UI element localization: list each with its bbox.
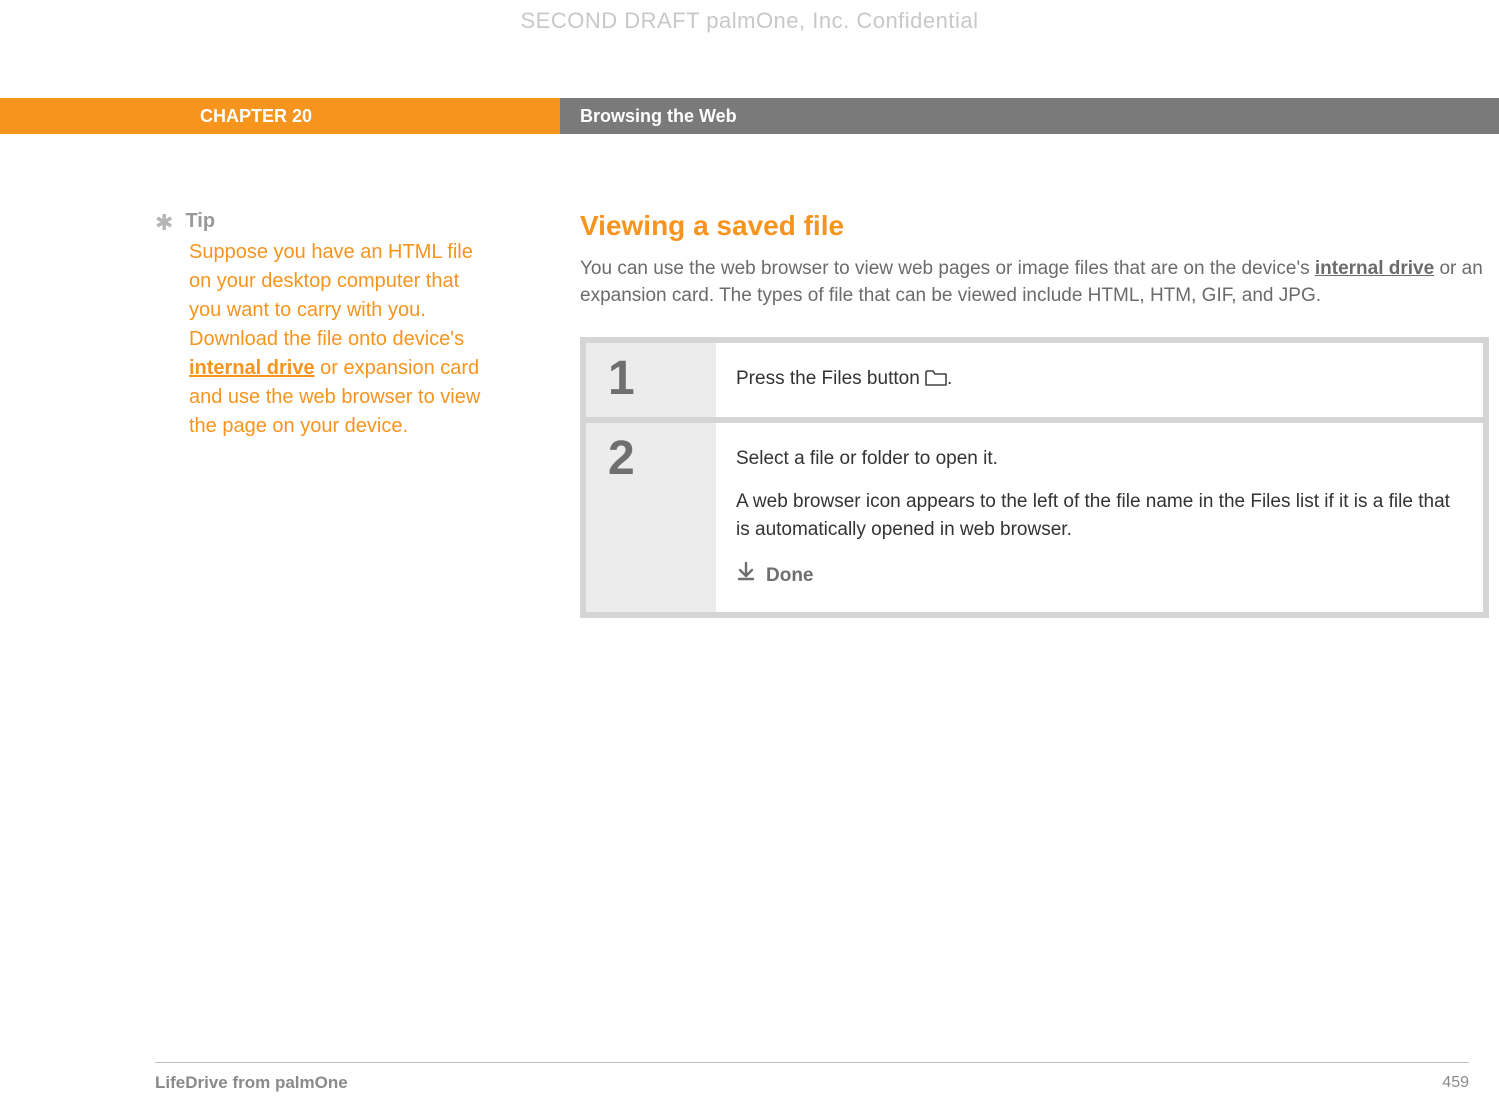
tip-text-1: Suppose you have an HTML file on your de… [189, 241, 473, 350]
done-label: Done [766, 562, 814, 590]
step2-line1: Select a file or folder to open it. [736, 445, 1455, 473]
intro-text-1: You can use the web browser to view web … [580, 258, 1315, 279]
step1-text-pre: Press the Files button [736, 368, 925, 389]
step-number: 1 [586, 343, 716, 417]
tip-label: Tip [185, 210, 215, 233]
chapter-title: Browsing the Web [560, 98, 1499, 134]
page-footer: LifeDrive from palmOne 459 [155, 1062, 1469, 1093]
steps-container: 1 Press the Files button . 2 Select a fi… [580, 337, 1489, 618]
step-row: 1 Press the Files button . [586, 343, 1483, 417]
tip-sidebar: ✱ Tip Suppose you have an HTML file on y… [0, 210, 560, 618]
section-title: Viewing a saved file [580, 210, 1489, 242]
footer-page-number: 459 [1442, 1074, 1469, 1092]
done-indicator: Done [736, 561, 1455, 590]
page-content: ✱ Tip Suppose you have an HTML file on y… [0, 210, 1499, 618]
step2-line2: A web browser icon appears to the left o… [736, 488, 1455, 543]
step-body: Press the Files button . [716, 343, 1483, 417]
watermark-text: SECOND DRAFT palmOne, Inc. Confidential [0, 8, 1499, 34]
step1-text-post: . [947, 368, 952, 389]
main-content: Viewing a saved file You can use the web… [560, 210, 1499, 618]
folder-icon [925, 367, 947, 395]
step-number: 2 [586, 423, 716, 612]
arrow-down-icon [736, 561, 756, 590]
asterisk-icon: ✱ [155, 212, 173, 234]
footer-product: LifeDrive from palmOne [155, 1073, 348, 1093]
chapter-label: CHAPTER 20 [0, 98, 560, 134]
step-body: Select a file or folder to open it. A we… [716, 423, 1483, 612]
step-row: 2 Select a file or folder to open it. A … [586, 423, 1483, 612]
internal-drive-link-body[interactable]: internal drive [1315, 258, 1434, 279]
intro-paragraph: You can use the web browser to view web … [580, 256, 1489, 309]
internal-drive-link[interactable]: internal drive [189, 357, 315, 379]
chapter-header: CHAPTER 20 Browsing the Web [0, 98, 1499, 134]
tip-body: Suppose you have an HTML file on your de… [189, 238, 490, 441]
